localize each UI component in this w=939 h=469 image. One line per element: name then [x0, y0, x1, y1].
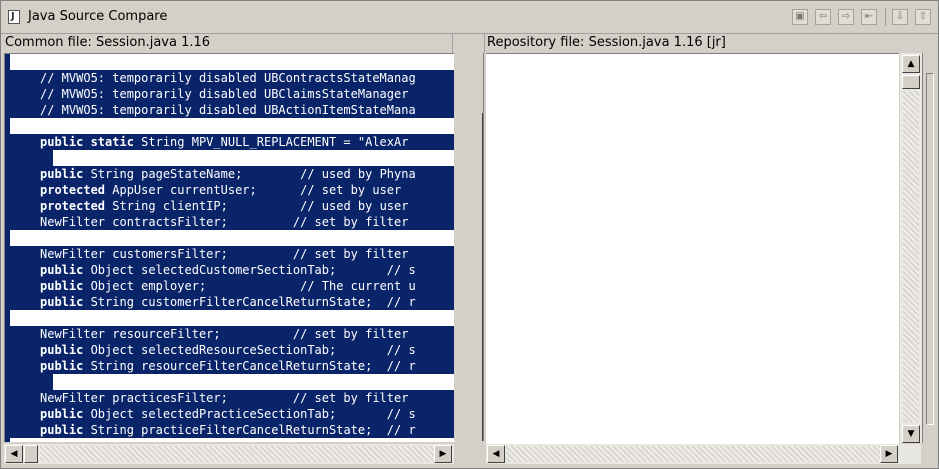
- code-line: // MVWO5: temporarily disabled UBContrac…: [10, 70, 455, 86]
- code-line: public String resourceFilterCancelReturn…: [10, 358, 455, 374]
- code-line: // MVWO5: temporarily disabled UBClaimsS…: [10, 86, 455, 102]
- code-line: public Object selectedCustomerSectionTab…: [10, 262, 455, 278]
- code-keyword: public: [40, 263, 84, 277]
- scroll-up-arrow-icon[interactable]: ▲: [902, 55, 920, 73]
- code-line: [10, 374, 455, 390]
- code-line: NewFilter practicesFilter; // set by fil…: [10, 390, 455, 406]
- code-text: NewFilter practicesFilter; // set by fil…: [40, 391, 409, 405]
- code-keyword: protected: [40, 199, 106, 213]
- left-pane-header: Common file: Session.java 1.16: [1, 33, 453, 53]
- right-horizontal-scroll-track[interactable]: [506, 446, 880, 462]
- left-horizontal-scrollbar[interactable]: ◀ ▶: [4, 444, 454, 464]
- scroll-left-arrow-icon[interactable]: ◀: [487, 445, 505, 463]
- code-keyword: public: [40, 279, 84, 293]
- code-keyword: protected: [40, 183, 106, 197]
- code-text: Object selectedCustomerSectionTab; // s: [83, 263, 416, 277]
- common-file-code-pane[interactable]: // MVWO5: temporarily disabled UBContrac…: [4, 53, 455, 442]
- code-text: String practiceFilterCancelReturnState; …: [83, 423, 416, 437]
- code-line: public Object selectedResourceSectionTab…: [10, 342, 455, 358]
- overview-ruler[interactable]: [926, 73, 934, 425]
- code-text: NewFilter resourceFilter; // set by filt…: [40, 327, 409, 341]
- code-text: AppUser currentUser; // set by user: [105, 183, 409, 197]
- scroll-left-arrow-icon[interactable]: ◀: [5, 445, 23, 463]
- code-line: [10, 54, 455, 70]
- code-text: // MVWO5: temporarily disabled UBClaimsS…: [40, 87, 416, 101]
- empty-line-block: [53, 374, 455, 390]
- code-text: String pageStateName; // used by Phyna: [83, 167, 416, 181]
- java-source-compare-window: Java Source Compare ▣ ⇦ ⇨ ⇤ ⇩ ⇧ Common f…: [0, 0, 939, 469]
- code-line: NewFilter resourceFilter; // set by filt…: [10, 326, 455, 342]
- copy-right-button[interactable]: ⇨: [838, 9, 854, 25]
- title-bar: Java Source Compare ▣ ⇦ ⇨ ⇤ ⇩ ⇧: [1, 1, 938, 34]
- code-keyword: public: [40, 295, 84, 309]
- vertical-scrollbar[interactable]: ▲ ▼: [900, 53, 922, 443]
- toolbar-separator: [885, 8, 886, 26]
- scroll-down-arrow-icon[interactable]: ▼: [902, 425, 920, 443]
- resize-grip: [921, 445, 937, 465]
- code-line: [10, 230, 455, 246]
- code-text: Object selectedResourceSectionTab; // s: [83, 343, 416, 357]
- empty-line-block: [53, 150, 455, 166]
- right-horizontal-scrollbar[interactable]: ◀ ▶: [486, 444, 921, 464]
- difference-connector: [482, 113, 483, 441]
- code-keyword: public static: [40, 135, 134, 149]
- code-line: protected AppUser currentUser; // set by…: [10, 182, 455, 198]
- java-file-icon: [8, 10, 20, 24]
- code-text: NewFilter customersFilter; // set by fil…: [40, 247, 409, 261]
- code-line: public String customerFilterCancelReturn…: [10, 294, 455, 310]
- code-keyword: public: [40, 359, 84, 373]
- vertical-scroll-track[interactable]: [903, 91, 919, 423]
- previous-difference-button[interactable]: ⇧: [915, 9, 931, 25]
- code-text: Object employer; // The current u: [83, 279, 416, 293]
- code-text: // MVWO5: temporarily disabled UBContrac…: [40, 71, 416, 85]
- code-line: public Object selectedPracticeSectionTab…: [10, 406, 455, 422]
- right-pane-header: Repository file: Session.java 1.16 [jr]: [487, 35, 726, 50]
- code-keyword: public: [40, 167, 84, 181]
- window-title: Java Source Compare: [28, 9, 168, 24]
- code-text: String clientIP; // used by user: [105, 199, 416, 213]
- code-line: // MVWO5: temporarily disabled UBActionI…: [10, 102, 455, 118]
- code-keyword: public: [40, 423, 84, 437]
- scroll-right-arrow-icon[interactable]: ▶: [434, 445, 452, 463]
- code-line: NewFilter contractsFilter; // set by fil…: [10, 214, 455, 230]
- copy-all-left-button[interactable]: ▣: [792, 9, 808, 25]
- vertical-scroll-thumb[interactable]: [902, 75, 920, 89]
- code-line: [10, 118, 455, 134]
- code-line: [10, 150, 455, 166]
- copy-all-right-button[interactable]: ⇤: [861, 9, 877, 25]
- code-keyword: public: [40, 407, 84, 421]
- code-line: public static String MPV_NULL_REPLACEMEN…: [10, 134, 455, 150]
- code-line: public String pageStateName; // used by …: [10, 166, 455, 182]
- repository-file-code-pane[interactable]: [486, 53, 899, 444]
- center-gutter-header: [454, 33, 485, 53]
- difference-gutter: [454, 53, 484, 441]
- code-line: protected String clientIP; // used by us…: [10, 198, 455, 214]
- copy-left-button[interactable]: ⇦: [815, 9, 831, 25]
- right-edge-panel: [922, 53, 938, 443]
- code-keyword: public: [40, 343, 84, 357]
- code-line: NewFilter customersFilter; // set by fil…: [10, 246, 455, 262]
- next-difference-button[interactable]: ⇩: [892, 9, 908, 25]
- code-text: String MPV_NULL_REPLACEMENT = "AlexAr: [133, 135, 409, 149]
- left-horizontal-scroll-track[interactable]: [40, 446, 434, 462]
- code-text: String resourceFilterCancelReturnState; …: [83, 359, 416, 373]
- code-text: NewFilter contractsFilter; // set by fil…: [40, 215, 409, 229]
- code-text: // MVWO5: temporarily disabled UBActionI…: [40, 103, 416, 117]
- code-text: Object selectedPracticeSectionTab; // s: [83, 407, 416, 421]
- left-horizontal-scroll-thumb[interactable]: [24, 445, 38, 463]
- code-line: [10, 310, 455, 326]
- code-line: public String practiceFilterCancelReturn…: [10, 422, 455, 438]
- code-line: public Object employer; // The current u: [10, 278, 455, 294]
- scroll-right-arrow-icon[interactable]: ▶: [880, 445, 898, 463]
- code-text: String customerFilterCancelReturnState; …: [83, 295, 416, 309]
